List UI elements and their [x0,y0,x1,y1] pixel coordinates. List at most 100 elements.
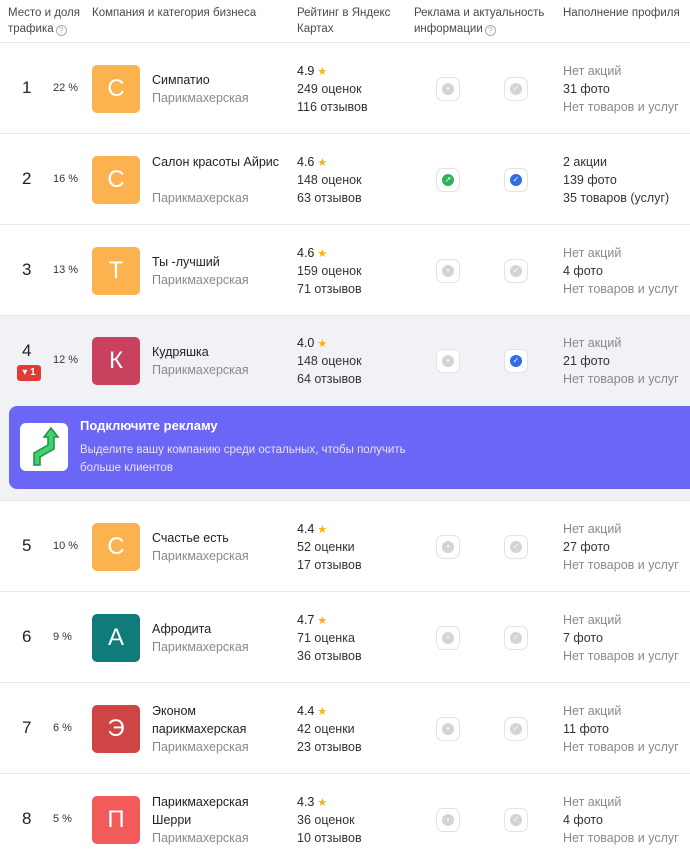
rank-number: 1 [22,78,32,97]
rank-number: 2 [22,169,32,188]
company-avatar[interactable]: П [92,796,140,844]
inactive-icon: • [442,83,454,95]
company-name[interactable]: Ты -лучший [152,253,287,271]
check-icon: ✓ [510,265,522,277]
company-name[interactable]: Парикмахерская Шерри [152,793,287,829]
photos-count: 4 фото [563,813,603,827]
info-actual-icon[interactable]: ✓ [504,349,528,373]
rating-value: 4.9 ★ [297,62,327,81]
ratings-count[interactable]: 71 оценка [297,629,355,647]
ratings-count[interactable]: 52 оценки [297,538,355,556]
info-actual-icon[interactable]: ✓ [504,168,528,192]
star-icon: ★ [317,615,328,627]
rating-number: 4.4 [297,704,315,718]
company-avatar[interactable]: К [92,337,140,385]
reviews-count[interactable]: 116 отзывов [297,98,368,116]
company-name[interactable]: Афродита [152,620,287,638]
reviews-count[interactable]: 71 отзывов [297,280,362,298]
table-header: Место и доля трафика? Компания и категор… [0,0,690,42]
photos-count: 7 фото [563,631,603,645]
goods-count: Нет товаров и услуг [563,558,679,572]
company-avatar[interactable]: С [92,523,140,571]
reviews-count[interactable]: 64 отзывов [297,370,362,388]
goods-count: Нет товаров и услуг [563,372,679,386]
promos-count: Нет акций [563,704,622,718]
company-avatar[interactable]: С [92,156,140,204]
rating-number: 4.9 [297,64,315,78]
reviews-count[interactable]: 17 отзывов [297,556,362,574]
ratings-count[interactable]: 148 оценок [297,171,362,189]
rating-value: 4.0 ★ [297,334,327,353]
ads-status-icon[interactable]: • [436,808,460,832]
ratings-count[interactable]: 36 оценок [297,811,355,829]
table-row[interactable]: 69 % А Афродита Парикмахерская 4.7 ★ 71 оценка… [0,591,690,682]
help-icon[interactable]: ? [55,25,67,36]
goods-count: Нет товаров и услуг [563,649,679,663]
rating-number: 4.0 [297,336,315,350]
promos-count: 2 акции [563,155,607,169]
rank-number: 8 [22,809,32,828]
company-name[interactable]: Кудряшка [152,343,287,361]
ads-status-icon[interactable]: • [436,626,460,650]
company-name[interactable]: Салон красоты Айрис [152,153,287,171]
star-icon: ★ [317,706,328,718]
company-avatar[interactable]: Т [92,247,140,295]
company-name[interactable]: Симпатио [152,71,287,89]
info-actual-icon[interactable]: ✓ [504,808,528,832]
reviews-count[interactable]: 23 отзывов [297,738,362,756]
table-row[interactable]: 4 ▾ 1 12 % К Кудряшка Парикмахерская 4.0 ★ 148 о… [0,315,690,396]
check-icon: ✓ [510,814,522,826]
traffic-share: 10 % [53,540,79,552]
rank-number: 3 [22,260,32,279]
company-avatar[interactable]: А [92,614,140,662]
rank-number: 4 [22,341,32,360]
star-icon: ★ [317,797,328,809]
ratings-count[interactable]: 148 оценок [297,352,362,370]
info-actual-icon[interactable]: ✓ [504,77,528,101]
header-rating: Рейтинг в Яндекс Картах [297,7,391,35]
ads-status-icon[interactable]: • [436,77,460,101]
ads-status-icon[interactable]: • [436,259,460,283]
company-avatar[interactable]: С [92,65,140,113]
info-actual-icon[interactable]: ✓ [504,535,528,559]
info-actual-icon[interactable]: ✓ [504,626,528,650]
ads-status-icon[interactable]: • [436,349,460,373]
promos-count: Нет акций [563,613,622,627]
table-row[interactable]: 7 6 % Э Эконом парикмахерская Парикмахерская… [0,682,690,773]
check-icon: ✓ [510,83,522,95]
ads-status-icon[interactable]: ↗ [436,168,460,192]
company-name[interactable]: Счастье есть [152,529,287,547]
company-category: Парикмахерская [152,740,249,754]
reviews-count[interactable]: 10 отзывов [297,829,362,847]
inactive-icon: • [442,632,454,644]
table-row[interactable]: 5 10 % С Счастье есть Парикмахерская 4.4 ★ 52 о… [0,500,690,591]
star-icon: ★ [317,524,328,536]
rating-number: 4.6 [297,246,315,260]
company-name[interactable]: Эконом парикмахерская [152,702,287,738]
company-category: Парикмахерская [152,191,249,205]
promo-banner[interactable]: Подключите рекламу Выделите вашу компани… [9,406,690,489]
traffic-share: 12 % [53,354,79,366]
ads-status-icon[interactable]: • [436,535,460,559]
help-icon[interactable]: ? [484,25,496,36]
photos-count: 139 фото [563,173,617,187]
table-row[interactable]: 8 5 % П Парикмахерская Шерри Парикмахерская 4… [0,773,690,864]
ratings-count[interactable]: 42 оценки [297,720,355,738]
reviews-count[interactable]: 63 отзывов [297,189,362,207]
table-row[interactable]: 2 16 % С Салон красоты Айрис Парикмахерская 4… [0,133,690,224]
info-actual-icon[interactable]: ✓ [504,717,528,741]
star-icon: ★ [317,66,328,78]
company-category: Парикмахерская [152,831,249,845]
table-row[interactable]: 3 13 % Т Ты -лучший Парикмахерская 4.6 ★ 159 оц… [0,224,690,315]
ratings-count[interactable]: 249 оценок [297,80,362,98]
traffic-share: 6 % [53,722,72,734]
ratings-count[interactable]: 159 оценок [297,262,362,280]
table-row[interactable]: 1 22 % С Симпатио Парикмахерская 4.9 ★ 249 оцен… [0,42,690,133]
ads-status-icon[interactable]: • [436,717,460,741]
reviews-count[interactable]: 36 отзывов [297,647,362,665]
company-avatar[interactable]: Э [92,705,140,753]
rating-number: 4.3 [297,795,315,809]
inactive-icon: • [442,814,454,826]
info-actual-icon[interactable]: ✓ [504,259,528,283]
star-icon: ★ [317,248,328,260]
